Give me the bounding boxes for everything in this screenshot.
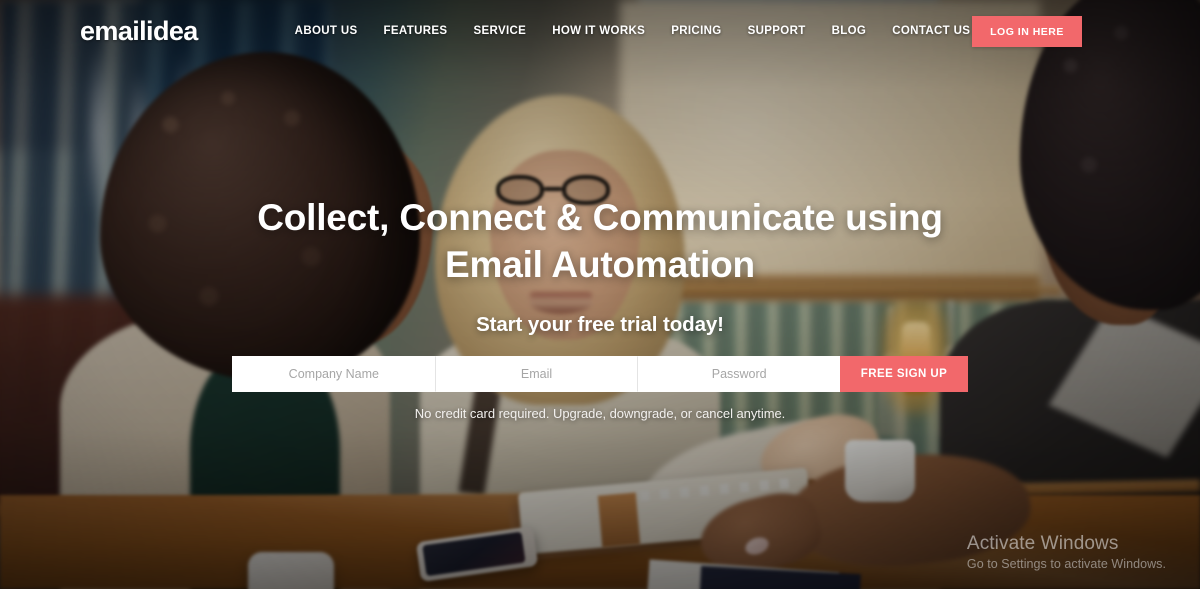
photo-darkening-scrim	[0, 0, 1200, 589]
nav-item-pricing[interactable]: PRICING	[658, 25, 734, 37]
nav-item-how-it-works[interactable]: HOW IT WORKS	[539, 25, 658, 37]
brand-logo[interactable]: emailidea	[80, 16, 198, 47]
nav-links: ABOUT US FEATURES SERVICE HOW IT WORKS P…	[282, 25, 984, 37]
nav-item-features[interactable]: FEATURES	[371, 25, 461, 37]
top-navigation-bar: emailidea ABOUT US FEATURES SERVICE HOW …	[0, 0, 1200, 62]
password-input[interactable]	[637, 355, 841, 392]
nav-item-support[interactable]: SUPPORT	[735, 25, 819, 37]
nav-item-blog[interactable]: BLOG	[819, 25, 880, 37]
nav-item-about-us[interactable]: ABOUT US	[282, 25, 371, 37]
watermark-subtitle: Go to Settings to activate Windows.	[966, 557, 1166, 571]
email-input[interactable]	[434, 355, 638, 392]
hero-background-photo	[0, 0, 1200, 589]
hero-subheadline: Start your free trial today!	[476, 312, 724, 336]
company-name-input[interactable]	[232, 355, 435, 392]
nav-item-contact-us[interactable]: CONTACT US	[879, 25, 983, 37]
free-trial-signup-form: FREE SIGN UP	[232, 355, 969, 392]
log-in-button[interactable]: LOG IN HERE	[972, 16, 1082, 47]
windows-activation-watermark: Activate Windows Go to Settings to activ…	[967, 532, 1166, 571]
hero-headline: Collect, Connect & Communicate using Ema…	[257, 197, 943, 286]
signup-disclaimer: No credit card required. Upgrade, downgr…	[414, 405, 786, 421]
hero-section: emailidea ABOUT US FEATURES SERVICE HOW …	[0, 0, 1200, 589]
free-sign-up-button[interactable]: FREE SIGN UP	[840, 355, 969, 392]
watermark-title: Activate Windows	[966, 533, 1119, 555]
nav-item-service[interactable]: SERVICE	[460, 25, 539, 37]
